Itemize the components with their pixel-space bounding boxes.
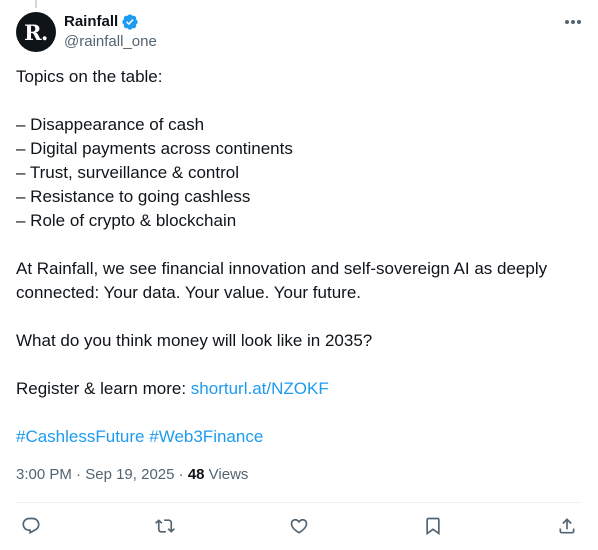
views-count: 48: [187, 466, 205, 483]
author-display-name[interactable]: Rainfall: [64, 12, 118, 32]
share-icon: [559, 518, 575, 534]
reply-icon: [22, 517, 40, 535]
hashtag-cashless-future[interactable]: #CashlessFuture: [16, 427, 145, 446]
tweet-time[interactable]: 3:00 PM: [16, 466, 72, 483]
topic-item: – Trust, surveillance & control: [16, 163, 239, 182]
tweet-intro: Topics on the table:: [16, 67, 163, 86]
hashtag-line: #CashlessFuture #Web3Finance: [16, 425, 582, 449]
repost-button[interactable]: [150, 512, 180, 540]
views-label: Views: [208, 466, 249, 483]
avatar-logo-text: R.: [24, 19, 48, 45]
topic-item: – Role of crypto & blockchain: [16, 211, 237, 230]
more-options-icon[interactable]: [562, 12, 584, 32]
bookmark-icon: [426, 517, 440, 536]
heart-icon: [290, 518, 308, 534]
tweet-text: Topics on the table: – Disappearance of …: [16, 65, 582, 449]
register-line: Register & learn more: shorturl.at/NZOKF: [16, 377, 582, 401]
share-button[interactable]: [552, 512, 582, 540]
author-handle[interactable]: @rainfall_one: [64, 32, 157, 52]
tweet-question: What do you think money will look like i…: [16, 331, 373, 350]
topic-item: – Resistance to going cashless: [16, 187, 251, 206]
action-bar: [16, 512, 582, 540]
bookmark-button[interactable]: [418, 512, 448, 540]
topic-item: – Digital payments across continents: [16, 139, 293, 158]
reply-button[interactable]: [16, 512, 46, 540]
tweet-meta: 3:00 PM · Sep 19, 2025 · 48 Views: [16, 466, 249, 483]
topic-item: – Disappearance of cash: [16, 115, 205, 134]
tweet-statement: At Rainfall, we see financial innovation…: [16, 259, 548, 302]
like-button[interactable]: [284, 512, 314, 540]
verified-badge-icon[interactable]: [121, 13, 139, 31]
thread-connector-line: [35, 0, 37, 8]
register-link[interactable]: shorturl.at/NZOKF: [191, 379, 329, 398]
avatar[interactable]: R.: [16, 12, 56, 52]
register-prefix: Register & learn more:: [16, 379, 191, 398]
tweet-date[interactable]: Sep 19, 2025: [85, 466, 174, 483]
action-bar-divider: [16, 502, 582, 503]
author-name-row: Rainfall: [64, 12, 139, 32]
repost-icon: [155, 519, 175, 533]
hashtag-web3-finance[interactable]: #Web3Finance: [149, 427, 263, 446]
